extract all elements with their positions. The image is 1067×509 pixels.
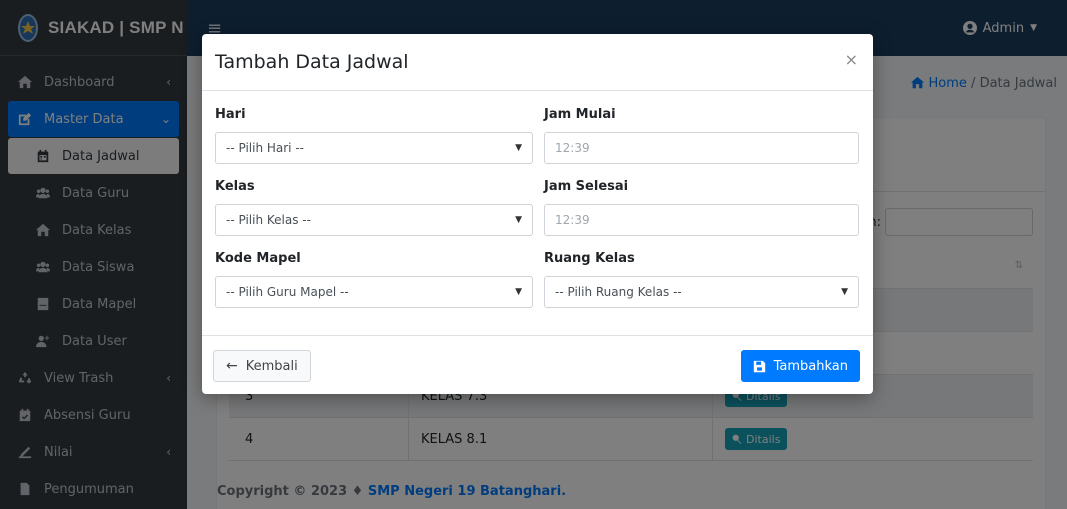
kelas-select-value: -- Pilih Kelas -- [226, 213, 311, 227]
jam-mulai-input[interactable]: 12:39 [544, 132, 859, 164]
modal-body: Hari -- Pilih Hari -- ▼ Jam Mulai 12:39 … [202, 91, 873, 336]
ruang-kelas-label: Ruang Kelas [544, 251, 635, 266]
hari-select[interactable]: -- Pilih Hari -- ▼ [215, 132, 533, 164]
jam-selesai-input[interactable]: 12:39 [544, 204, 859, 236]
back-button[interactable]: ← Kembali [213, 350, 311, 382]
kelas-label: Kelas [215, 179, 255, 194]
ruang-kelas-select[interactable]: -- Pilih Ruang Kelas -- ▼ [544, 276, 859, 308]
add-schedule-modal: Tambah Data Jadwal × Hari -- Pilih Hari … [202, 34, 873, 394]
add-button-label: Tambahkan [773, 358, 848, 374]
modal-header: Tambah Data Jadwal × [202, 34, 873, 91]
jam-selesai-label: Jam Selesai [544, 179, 629, 194]
chevron-down-icon: ▼ [515, 215, 522, 225]
ruang-kelas-select-value: -- Pilih Ruang Kelas -- [555, 285, 682, 299]
kode-mapel-select[interactable]: -- Pilih Guru Mapel -- ▼ [215, 276, 533, 308]
chevron-down-icon: ▼ [841, 287, 848, 297]
arrow-left-icon: ← [226, 358, 238, 374]
back-button-label: Kembali [245, 358, 298, 374]
chevron-down-icon: ▼ [515, 143, 522, 153]
jam-mulai-label: Jam Mulai [544, 107, 616, 122]
kode-mapel-select-value: -- Pilih Guru Mapel -- [226, 285, 349, 299]
modal-title: Tambah Data Jadwal [215, 51, 409, 73]
hari-select-value: -- Pilih Hari -- [226, 141, 304, 155]
hari-label: Hari [215, 107, 246, 122]
close-icon[interactable]: × [845, 50, 858, 69]
kelas-select[interactable]: -- Pilih Kelas -- ▼ [215, 204, 533, 236]
chevron-down-icon: ▼ [515, 287, 522, 297]
add-button[interactable]: Tambahkan [740, 350, 860, 382]
save-icon [753, 360, 765, 372]
modal-footer: ← Kembali Tambahkan [202, 336, 873, 393]
jam-selesai-value: 12:39 [555, 213, 590, 227]
kode-mapel-label: Kode Mapel [215, 251, 301, 266]
jam-mulai-value: 12:39 [555, 141, 590, 155]
